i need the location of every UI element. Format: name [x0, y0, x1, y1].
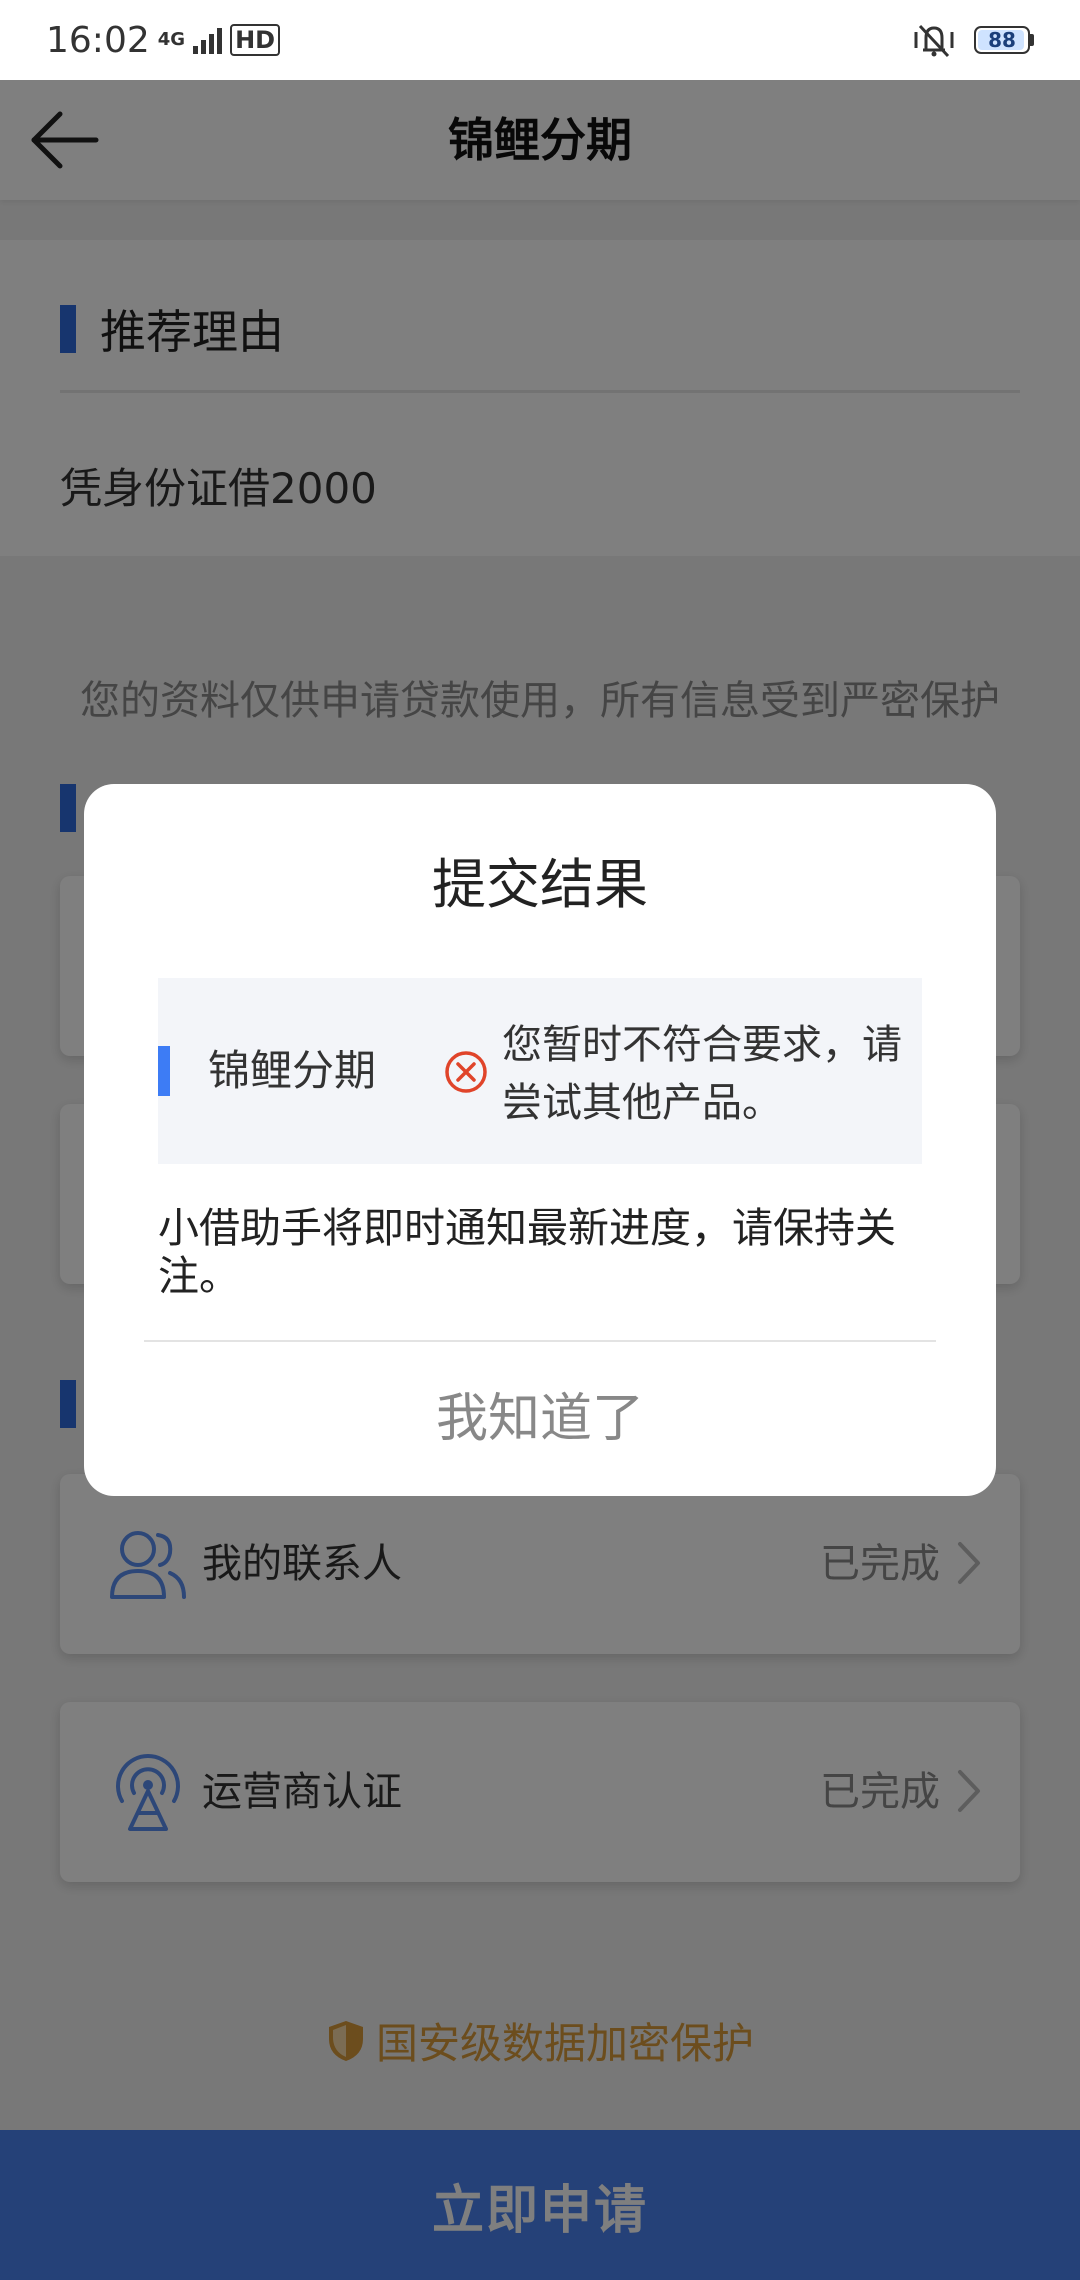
battery-icon: 88: [974, 26, 1034, 54]
result-product-name: 锦鲤分期: [208, 1046, 377, 1095]
result-marker: [158, 1046, 170, 1096]
error-circle-icon: [445, 1051, 487, 1093]
vibrate-icon: [914, 24, 954, 58]
hd-icon: HD: [230, 24, 281, 56]
status-time: 16:02: [46, 19, 150, 61]
result-box: 锦鲤分期 您暂时不符合要求，请尝试其他产品。: [158, 978, 922, 1164]
status-right: 88: [912, 22, 1034, 58]
signal-icon: [193, 26, 223, 54]
dialog-note: 小借助手将即时通知最新进度，请保持关注。: [158, 1204, 896, 1300]
status-left: 16:02 4G HD: [46, 19, 281, 61]
dialog-title: 提交结果: [432, 853, 648, 916]
battery-level: 88: [988, 28, 1016, 52]
status-bar: 16:02 4G HD 88: [0, 0, 1080, 80]
result-message: 您暂时不符合要求，请尝试其他产品。: [502, 1022, 902, 1126]
network-type: 4G: [157, 29, 186, 50]
confirm-button[interactable]: 我知道了: [84, 1342, 996, 1496]
result-dialog: 提交结果 锦鲤分期 您暂时不符合要求，请尝试其他产品。 小借助手将即时通知最新进…: [84, 784, 996, 1496]
